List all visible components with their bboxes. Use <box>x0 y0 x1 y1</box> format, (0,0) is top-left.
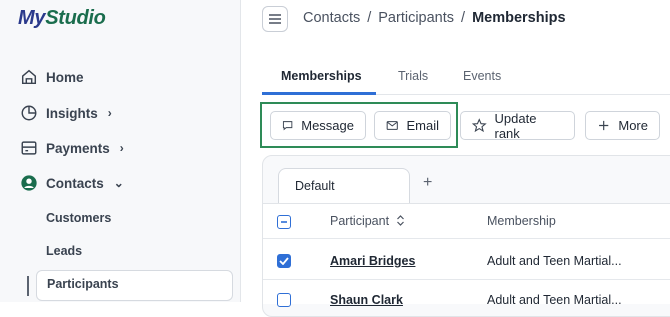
plus-icon <box>599 120 609 131</box>
user-circle-icon <box>21 175 37 191</box>
menu-toggle-button[interactable] <box>262 6 288 32</box>
sidebar-subitem-customers[interactable]: Customers <box>46 211 111 225</box>
row-checkbox[interactable] <box>277 254 291 268</box>
update-rank-button[interactable]: Update rank <box>460 110 575 141</box>
active-indicator <box>27 276 29 296</box>
breadcrumb-separator: / <box>367 10 372 26</box>
tab-bar: Memberships Trials Events <box>262 60 670 95</box>
breadcrumb-contacts[interactable]: Contacts <box>303 10 360 26</box>
checkmark-icon <box>279 257 289 265</box>
active-tab-indicator <box>262 92 376 95</box>
highlight-box <box>260 102 458 148</box>
row-divider <box>263 279 670 280</box>
hamburger-icon <box>269 14 281 24</box>
chevron-right-icon: › <box>107 106 112 120</box>
participant-link[interactable]: Shaun Clark <box>330 293 403 307</box>
sidebar-item-insights[interactable]: Insights › <box>20 101 112 125</box>
update-rank-label: Update rank <box>494 110 537 141</box>
select-all-checkbox[interactable] <box>277 215 291 229</box>
view-tab-default[interactable]: Default <box>278 168 410 204</box>
pie-chart-icon <box>21 105 37 121</box>
sidebar-item-payments[interactable]: Payments › <box>20 136 124 160</box>
add-view-button[interactable]: + <box>423 174 432 192</box>
tab-trials[interactable]: Trials <box>398 69 428 83</box>
column-header-label: Participant <box>330 214 390 228</box>
more-button[interactable]: More <box>585 111 660 140</box>
participant-link[interactable]: Amari Bridges <box>330 254 415 268</box>
breadcrumb-participants[interactable]: Participants <box>378 10 454 26</box>
home-icon <box>21 69 37 85</box>
sidebar-subitem-participants[interactable]: Participants <box>47 277 119 291</box>
sidebar-item-label: Insights <box>46 105 98 121</box>
sidebar-item-label: Home <box>46 69 84 85</box>
minus-icon <box>281 221 287 223</box>
sidebar: MyStudio Home Insights › Payments › Cont… <box>0 0 241 302</box>
tab-memberships[interactable]: Memberships <box>281 69 362 83</box>
membership-cell: Adult and Teen Martial... <box>487 254 622 268</box>
row-checkbox[interactable] <box>277 293 291 307</box>
star-icon <box>472 118 487 133</box>
breadcrumb: Contacts / Participants / Memberships <box>303 10 566 26</box>
more-button-label: More <box>618 118 648 133</box>
sidebar-item-label: Contacts <box>46 175 104 191</box>
sidebar-item-contacts[interactable]: Contacts ⌄ <box>20 171 124 195</box>
payments-icon <box>21 141 37 155</box>
column-header-participant[interactable]: Participant <box>330 214 405 228</box>
column-header-membership[interactable]: Membership <box>487 214 556 228</box>
chevron-down-icon: ⌄ <box>113 176 124 190</box>
sidebar-item-label: Payments <box>46 140 110 156</box>
breadcrumb-separator: / <box>461 10 466 26</box>
sidebar-item-home[interactable]: Home <box>20 65 84 89</box>
app-logo[interactable]: MyStudio <box>18 7 106 30</box>
sidebar-subitem-leads[interactable]: Leads <box>46 244 82 258</box>
chevron-right-icon: › <box>119 141 124 155</box>
membership-cell: Adult and Teen Martial... <box>487 293 622 307</box>
tab-events[interactable]: Events <box>463 69 501 83</box>
breadcrumb-memberships: Memberships <box>472 10 566 26</box>
sort-icon <box>396 215 404 226</box>
row-divider <box>263 238 670 239</box>
